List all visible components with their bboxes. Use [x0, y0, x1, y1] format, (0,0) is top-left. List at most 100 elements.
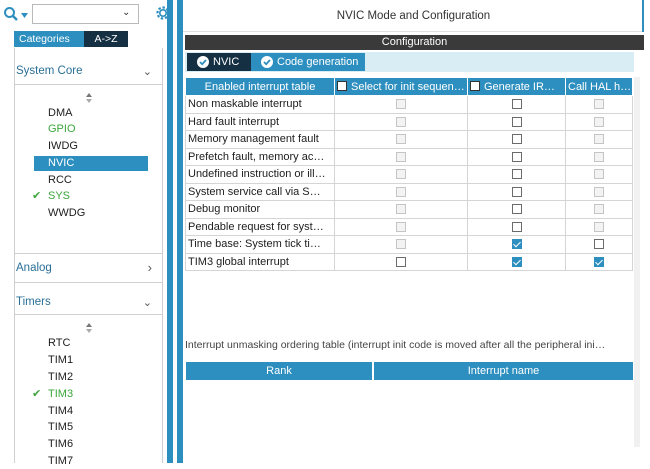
generate-cell	[467, 235, 566, 254]
divider	[15, 253, 162, 254]
interrupt-name-cell: Hard fault interrupt	[185, 112, 335, 131]
table-row[interactable]: Hard fault interrupt	[185, 112, 633, 131]
left-scrollbar[interactable]	[167, 0, 173, 463]
interrupt-name-cell: Time base: System tick ti…	[185, 235, 335, 254]
tree-item-tim6[interactable]: TIM6	[34, 437, 148, 452]
column-header-select-init[interactable]: Select for init sequen…	[334, 77, 468, 96]
search-input[interactable]: ⌄	[32, 4, 139, 24]
tab-nvic[interactable]: NVIC	[187, 53, 251, 71]
page-title: NVIC Mode and Configuration	[183, 0, 644, 32]
table-row[interactable]: Debug monitor	[185, 200, 633, 219]
table-body: Non maskable interrupt Hard fault interru…	[185, 95, 633, 271]
check-icon: ✔	[32, 190, 42, 202]
column-header-rank[interactable]: Rank	[186, 362, 374, 380]
call-checkbox	[594, 221, 604, 232]
select-cell	[334, 130, 468, 149]
generate-checkbox[interactable]	[511, 99, 522, 110]
sort-icon[interactable]	[84, 92, 94, 104]
call-cell	[565, 130, 633, 149]
generate-checkbox[interactable]	[511, 116, 522, 127]
generate-checkbox[interactable]	[511, 239, 522, 250]
select-cell	[334, 182, 468, 201]
tab-label: NVIC	[213, 56, 240, 68]
generate-checkbox[interactable]	[511, 186, 522, 197]
interrupt-name-cell: Undefined instruction or ill…	[185, 165, 335, 184]
table-row[interactable]: System service call via S…	[185, 182, 633, 201]
tree-item-tim7[interactable]: TIM7	[34, 454, 148, 469]
table-scrollbar[interactable]	[634, 77, 640, 447]
call-checkbox[interactable]	[594, 256, 604, 267]
table-row[interactable]: TIM3 global interrupt	[185, 252, 633, 271]
section-timers[interactable]: Timers ⌄	[16, 296, 166, 310]
tree-item-label: SYS	[48, 190, 71, 202]
divider	[15, 84, 162, 85]
generate-cell	[467, 217, 566, 236]
generate-cell	[467, 252, 566, 271]
table-row[interactable]: Time base: System tick ti…	[185, 235, 633, 254]
column-header-interrupt-name[interactable]: Interrupt name	[374, 362, 633, 380]
tree-item-rcc[interactable]: RCC	[34, 173, 148, 188]
tree-item-tim5[interactable]: TIM5	[34, 420, 148, 435]
call-cell	[565, 235, 633, 254]
table-row[interactable]: Prefetch fault, memory ac…	[185, 147, 633, 166]
column-header-call-hal[interactable]: Call HAL h…	[565, 77, 633, 96]
generate-checkbox[interactable]	[511, 256, 522, 267]
call-cell	[565, 182, 633, 201]
call-cell	[565, 165, 633, 184]
select-checkbox	[396, 221, 406, 232]
tree-item-dma[interactable]: DMA	[34, 106, 148, 121]
chevron-right-icon: ›	[147, 260, 152, 275]
tab-code-generation[interactable]: Code generation	[251, 53, 365, 71]
generate-checkbox[interactable]	[511, 204, 522, 215]
tab-categories[interactable]: Categories	[14, 31, 84, 47]
call-checkbox	[594, 99, 604, 110]
call-checkbox	[594, 186, 604, 197]
divider	[15, 282, 162, 283]
table-row[interactable]: Undefined instruction or ill…	[185, 165, 633, 184]
section-label: System Core	[16, 65, 83, 77]
tab-a-z[interactable]: A->Z	[84, 31, 128, 47]
call-cell	[565, 95, 633, 114]
table-row[interactable]: Non maskable interrupt	[185, 95, 633, 114]
sort-icon[interactable]	[84, 322, 94, 334]
tree-item-tim1[interactable]: TIM1	[34, 353, 148, 368]
ordering-table-header: Rank Interrupt name	[186, 362, 633, 380]
section-label: Analog	[16, 262, 52, 274]
section-system-core[interactable]: System Core ⌄	[16, 65, 166, 79]
section-analog[interactable]: Analog ›	[16, 260, 166, 276]
tab-label: Code generation	[277, 56, 359, 68]
select-all-checkbox[interactable]	[337, 80, 347, 91]
tree-item-iwdg[interactable]: IWDG	[34, 139, 148, 154]
tree-item-gpio[interactable]: GPIO	[34, 122, 148, 137]
search-dropdown-arrow-icon[interactable]	[21, 13, 28, 18]
table-row[interactable]: Pendable request for syst…	[185, 217, 633, 236]
tree-item-tim4[interactable]: TIM4	[34, 404, 148, 419]
tree-item-rtc[interactable]: RTC	[34, 336, 148, 351]
table-row[interactable]: Memory management fault	[185, 130, 633, 149]
tree-item-tim2[interactable]: TIM2	[34, 370, 148, 385]
left-panel: ⌄ Categories A->Z System Core ⌄ DMA GPIO…	[0, 0, 177, 467]
tree-item-tim3[interactable]: ✔ TIM3	[32, 387, 148, 402]
generate-cell	[467, 182, 566, 201]
generate-checkbox[interactable]	[511, 221, 522, 232]
tree-item-nvic[interactable]: NVIC	[34, 156, 148, 171]
select-checkbox[interactable]	[396, 256, 406, 267]
generate-checkbox[interactable]	[511, 151, 522, 162]
interrupt-name-cell: System service call via S…	[185, 182, 335, 201]
generate-checkbox[interactable]	[511, 134, 522, 145]
call-checkbox	[594, 151, 604, 162]
tree-item-sys[interactable]: ✔ SYS	[32, 189, 148, 204]
generate-checkbox[interactable]	[511, 169, 522, 180]
column-header-generate-irq[interactable]: Generate IR…	[467, 77, 566, 96]
search-icon[interactable]	[3, 6, 19, 22]
column-label: Generate IR…	[484, 80, 555, 93]
column-header-enabled-interrupt: Enabled interrupt table	[185, 77, 335, 96]
column-label: Select for init sequen…	[351, 80, 465, 93]
call-checkbox[interactable]	[594, 239, 604, 250]
table-header-row: Enabled interrupt table Select for init …	[185, 77, 633, 96]
select-all-checkbox[interactable]	[470, 80, 480, 91]
tree-item-wwdg[interactable]: WWDG	[34, 206, 148, 221]
select-checkbox	[396, 239, 406, 250]
call-checkbox	[594, 169, 604, 180]
chevron-down-icon[interactable]: ⌄	[122, 7, 134, 21]
